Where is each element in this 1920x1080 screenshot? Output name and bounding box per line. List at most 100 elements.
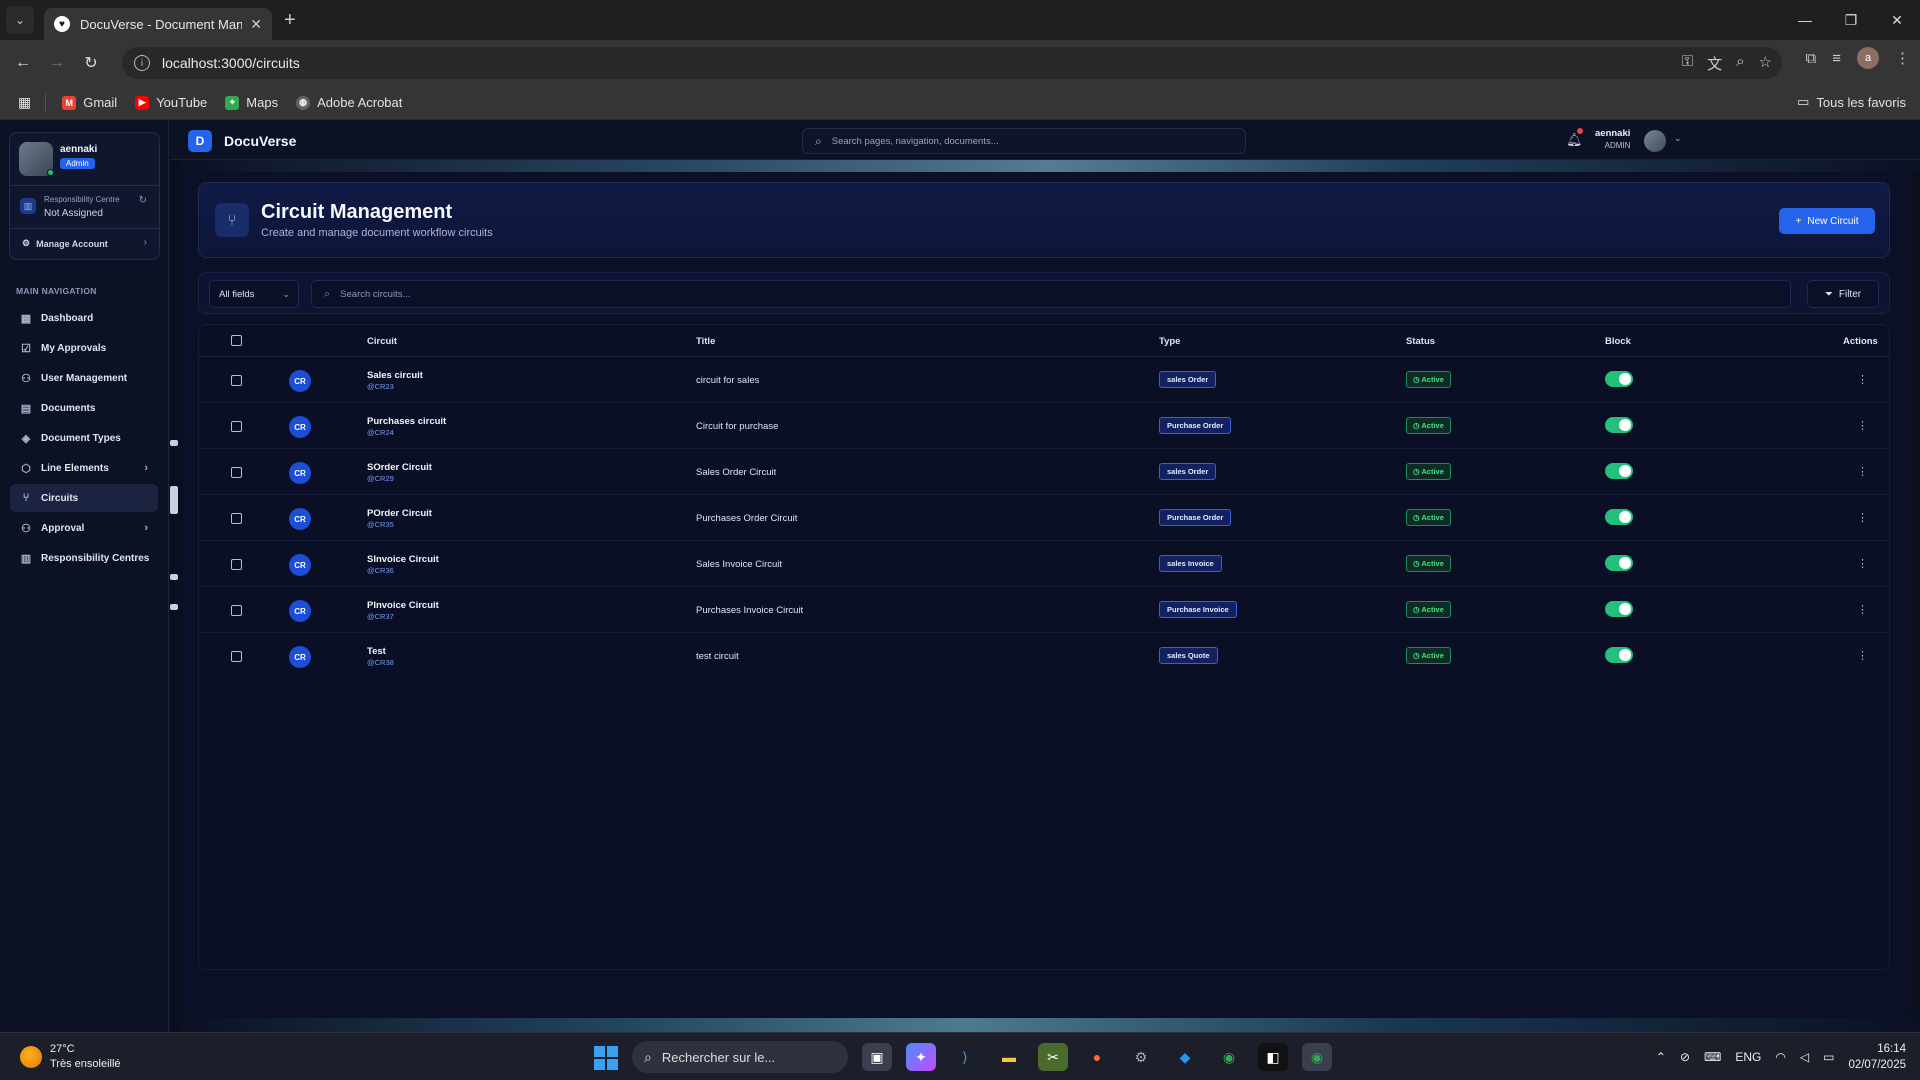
zoom-icon[interactable]: ⌕: [1736, 53, 1744, 74]
bookmark-gmail[interactable]: M Gmail: [62, 95, 117, 110]
apps-grid-icon[interactable]: ▦: [18, 94, 31, 111]
weather-sun-icon[interactable]: [20, 1046, 42, 1068]
site-info-icon[interactable]: i: [134, 55, 150, 71]
menu-icon[interactable]: ⋮: [1895, 49, 1910, 67]
table-row[interactable]: CR Test @CR38 test circuit sales Quote ◷…: [199, 633, 1889, 679]
table-row[interactable]: CR Sales circuit @CR23 circuit for sales…: [199, 357, 1889, 403]
battery-icon[interactable]: ▭: [1823, 1050, 1834, 1064]
block-toggle[interactable]: [1605, 417, 1633, 433]
chevron-down-icon[interactable]: ⌄: [1674, 133, 1682, 144]
column-header-type[interactable]: Type: [1159, 336, 1180, 347]
volume-icon[interactable]: ◁: [1800, 1050, 1809, 1064]
sidebar-item-documents[interactable]: ▤ Documents: [10, 394, 158, 422]
keyboard-icon[interactable]: ⌨: [1704, 1050, 1721, 1064]
bookmark-youtube[interactable]: ▶ YouTube: [135, 95, 207, 110]
block-toggle[interactable]: [1605, 463, 1633, 479]
language-indicator[interactable]: ENG: [1735, 1050, 1761, 1064]
more-actions-icon[interactable]: ⋮: [1857, 419, 1868, 432]
windows-start-icon[interactable]: [594, 1046, 618, 1070]
new-tab-button[interactable]: +: [284, 9, 296, 32]
block-toggle[interactable]: [1605, 647, 1633, 663]
sidebar-item-circuits[interactable]: ⑂ Circuits: [10, 484, 158, 512]
more-actions-icon[interactable]: ⋮: [1857, 465, 1868, 478]
more-actions-icon[interactable]: ⋮: [1857, 603, 1868, 616]
weather-description[interactable]: Très ensoleillé: [50, 1058, 121, 1070]
restore-button[interactable]: ❐: [1828, 0, 1874, 40]
block-toggle[interactable]: [1605, 371, 1633, 387]
sidebar-item-my-approvals[interactable]: ☑ My Approvals: [10, 334, 158, 362]
minimize-button[interactable]: —: [1782, 0, 1828, 40]
circuit-search-input[interactable]: ⌕ Search circuits...: [311, 280, 1791, 308]
translate-icon[interactable]: 文: [1707, 53, 1722, 74]
weather-temperature[interactable]: 27°C: [50, 1043, 75, 1055]
profile-avatar[interactable]: a: [1857, 47, 1879, 69]
sidebar-item-line-elements[interactable]: ⬡ Line Elements ›: [10, 454, 158, 482]
row-checkbox[interactable]: [231, 467, 242, 478]
select-all-checkbox[interactable]: [231, 335, 242, 346]
task-view-icon[interactable]: ▣: [862, 1043, 892, 1071]
chrome-icon[interactable]: ◉: [1214, 1043, 1244, 1071]
avatar[interactable]: [1644, 130, 1666, 152]
docker-icon[interactable]: ◆: [1170, 1043, 1200, 1071]
refresh-icon[interactable]: ↻: [139, 195, 147, 206]
vscode-icon[interactable]: ⟩: [950, 1043, 980, 1071]
column-header-title[interactable]: Title: [696, 336, 715, 347]
user-menu[interactable]: aennaki ADMIN: [1595, 128, 1630, 150]
terminal-app-icon[interactable]: ◧: [1258, 1043, 1288, 1071]
column-header-circuit[interactable]: Circuit: [367, 336, 397, 347]
row-checkbox[interactable]: [231, 513, 242, 524]
extensions-icon[interactable]: ⧉: [1806, 50, 1817, 67]
filter-button[interactable]: ⏷ Filter: [1807, 280, 1879, 308]
copilot-icon[interactable]: ✦: [906, 1043, 936, 1071]
sidebar-item-responsibility-centres[interactable]: ▥ Responsibility Centres: [10, 544, 158, 572]
brand-name[interactable]: DocuVerse: [224, 133, 296, 149]
bookmark-maps[interactable]: ⌖ Maps: [225, 95, 278, 110]
scrollbar-markers[interactable]: [170, 440, 180, 618]
network-off-icon[interactable]: ⊘: [1680, 1050, 1690, 1064]
new-circuit-button[interactable]: + New Circuit: [1779, 208, 1875, 234]
row-checkbox[interactable]: [231, 375, 242, 386]
wifi-icon[interactable]: ◠: [1775, 1050, 1785, 1064]
block-toggle[interactable]: [1605, 555, 1633, 571]
back-button[interactable]: ←: [6, 46, 40, 80]
forward-button[interactable]: →: [40, 46, 74, 80]
sidebar-item-user-management[interactable]: ⚇ User Management: [10, 364, 158, 392]
table-row[interactable]: CR POrder Circuit @CR35 Purchases Order …: [199, 495, 1889, 541]
bookmark-adobe-acrobat[interactable]: ◍ Adobe Acrobat: [296, 95, 402, 110]
browser-tab[interactable]: ♥ DocuVerse - Document Manag ✕: [44, 8, 272, 40]
block-toggle[interactable]: [1605, 601, 1633, 617]
file-explorer-icon[interactable]: ▬: [994, 1043, 1024, 1071]
column-header-block[interactable]: Block: [1605, 336, 1631, 347]
bell-icon[interactable]: 🔔︎: [1566, 132, 1583, 148]
brand-logo[interactable]: D: [188, 130, 212, 152]
close-window-button[interactable]: ✕: [1874, 0, 1920, 40]
row-checkbox[interactable]: [231, 651, 242, 662]
manage-account-link[interactable]: ⚙ Manage Account: [22, 238, 108, 249]
taskbar-search-input[interactable]: ⌕ Rechercher sur le...: [632, 1041, 848, 1073]
tab-search-button[interactable]: ⌄: [6, 6, 34, 34]
more-actions-icon[interactable]: ⋮: [1857, 649, 1868, 662]
table-row[interactable]: CR SInvoice Circuit @CR36 Sales Invoice …: [199, 541, 1889, 587]
row-checkbox[interactable]: [231, 605, 242, 616]
media-control-icon[interactable]: ≡: [1832, 50, 1841, 67]
table-row[interactable]: CR SOrder Circuit @CR29 Sales Order Circ…: [199, 449, 1889, 495]
more-actions-icon[interactable]: ⋮: [1857, 373, 1868, 386]
block-toggle[interactable]: [1605, 509, 1633, 525]
settings-gear-icon[interactable]: ⚙: [1126, 1043, 1156, 1071]
table-row[interactable]: CR PInvoice Circuit @CR37 Purchases Invo…: [199, 587, 1889, 633]
sidebar-item-dashboard[interactable]: ▦ Dashboard: [10, 304, 158, 332]
sidebar-item-document-types[interactable]: ◈ Document Types: [10, 424, 158, 452]
chevron-up-icon[interactable]: ⌃: [1656, 1050, 1666, 1064]
field-select[interactable]: All fields ⌄: [209, 280, 299, 308]
column-header-status[interactable]: Status: [1406, 336, 1435, 347]
address-bar[interactable]: i localhost:3000/circuits ⚿ 文 ⌕ ☆: [122, 47, 1782, 79]
global-search-input[interactable]: ⌕ Search pages, navigation, documents...: [802, 128, 1246, 154]
password-key-icon[interactable]: ⚿: [1682, 53, 1693, 74]
snipping-tool-icon[interactable]: ✂: [1038, 1043, 1068, 1071]
postman-icon[interactable]: ●: [1082, 1043, 1112, 1071]
reload-button[interactable]: ↻: [74, 46, 108, 80]
more-actions-icon[interactable]: ⋮: [1857, 511, 1868, 524]
more-actions-icon[interactable]: ⋮: [1857, 557, 1868, 570]
table-row[interactable]: CR Purchases circuit @CR24 Circuit for p…: [199, 403, 1889, 449]
chrome-active-icon[interactable]: ◉: [1302, 1043, 1332, 1071]
